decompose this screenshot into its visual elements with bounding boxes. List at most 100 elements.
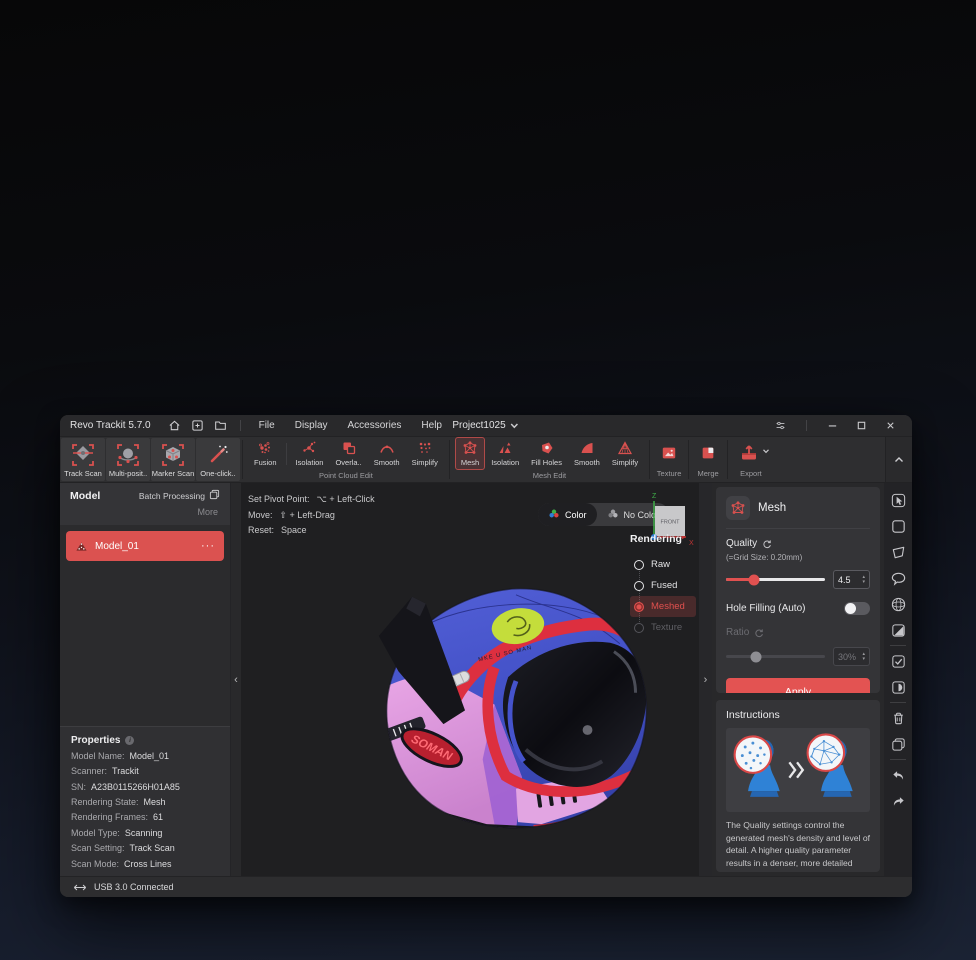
mesh-panel-title: Mesh bbox=[758, 502, 786, 514]
merge-group: Merge bbox=[691, 437, 725, 482]
quality-slider[interactable] bbox=[726, 578, 825, 581]
reset-quality-icon[interactable] bbox=[762, 539, 772, 549]
texture-icon bbox=[661, 445, 677, 461]
model-list-item[interactable]: Model_01 ··· bbox=[66, 531, 224, 561]
smooth-icon bbox=[579, 440, 595, 456]
mesh-isolation-button[interactable]: Isolation bbox=[485, 437, 525, 470]
close-button[interactable] bbox=[883, 418, 898, 433]
helmet-3d-model[interactable]: MKE U SO MAN SOMAN bbox=[369, 583, 663, 837]
model-item-menu-button[interactable]: ··· bbox=[201, 543, 215, 549]
collapse-right-panel-button[interactable]: › bbox=[699, 483, 712, 876]
batch-processing-icon bbox=[209, 489, 220, 502]
pc-smooth-button[interactable]: Smooth bbox=[368, 437, 406, 470]
apply-button[interactable]: Apply bbox=[726, 678, 870, 693]
instructions-body: The Quality settings control the generat… bbox=[726, 819, 870, 872]
lasso-select-tool-button[interactable] bbox=[889, 569, 907, 587]
usb-icon bbox=[73, 883, 87, 892]
confirm-selection-button[interactable] bbox=[889, 652, 907, 670]
marker-scan-icon bbox=[160, 442, 186, 468]
mesh-smooth-button[interactable]: Smooth bbox=[568, 437, 606, 470]
display-settings-icon[interactable] bbox=[773, 418, 788, 433]
pc-isolation-button[interactable]: Isolation bbox=[290, 437, 330, 470]
ratio-value-input: 30% ▴▾ bbox=[833, 647, 870, 666]
viewport-hints: Set Pivot Point:⌥ + Left-Click Move:⇧ + … bbox=[248, 492, 375, 539]
pc-simplify-button[interactable]: Simplify bbox=[406, 437, 444, 470]
invert-select-tool-button[interactable] bbox=[889, 621, 907, 639]
maximize-button[interactable] bbox=[854, 418, 869, 433]
rendering-option-meshed[interactable]: Meshed bbox=[630, 596, 696, 617]
viewport-3d[interactable]: ‹ › Set Pivot Point:⌥ + Left-Click Move:… bbox=[231, 483, 712, 876]
delete-button[interactable] bbox=[889, 709, 907, 727]
collapse-left-panel-button[interactable]: ‹ bbox=[231, 483, 241, 876]
merge-button[interactable] bbox=[694, 442, 722, 464]
project-dropdown[interactable]: Project1025 bbox=[452, 420, 519, 431]
model-header-title: Model bbox=[70, 490, 100, 502]
rect-select-tool-button[interactable] bbox=[889, 517, 907, 535]
new-project-icon[interactable] bbox=[190, 418, 205, 433]
quality-slider-handle[interactable] bbox=[748, 574, 759, 585]
duplicate-button[interactable] bbox=[889, 735, 907, 753]
minimize-button[interactable] bbox=[825, 418, 840, 433]
properties-section: Properties i Model Name:Model_01 Scanner… bbox=[60, 726, 230, 876]
rendering-option-texture[interactable]: Texture bbox=[630, 617, 696, 638]
chevron-right-icon: › bbox=[704, 674, 708, 686]
menu-help[interactable]: Help bbox=[411, 415, 452, 436]
property-row: Model Type:Scanning bbox=[71, 826, 219, 841]
smooth-icon bbox=[379, 440, 395, 456]
polygon-select-tool-button[interactable] bbox=[889, 543, 907, 561]
menu-file[interactable]: File bbox=[249, 415, 285, 436]
divider bbox=[890, 759, 906, 760]
ratio-label: Ratio bbox=[726, 627, 749, 638]
ratio-slider bbox=[726, 655, 825, 658]
status-bar: USB 3.0 Connected bbox=[60, 876, 912, 897]
redo-button[interactable] bbox=[889, 792, 907, 810]
color-button[interactable]: Color bbox=[538, 503, 597, 526]
undo-button[interactable] bbox=[889, 766, 907, 784]
property-row: Model Name:Model_01 bbox=[71, 749, 219, 764]
fill-selection-button[interactable] bbox=[889, 678, 907, 696]
stepper-arrows[interactable]: ▴▾ bbox=[862, 575, 865, 584]
fill-holes-button[interactable]: Fill Holes bbox=[525, 437, 568, 470]
hole-filling-toggle[interactable] bbox=[844, 602, 870, 615]
open-folder-icon[interactable] bbox=[213, 418, 228, 433]
properties-title: Properties bbox=[71, 735, 120, 746]
rendering-option-raw[interactable]: Raw bbox=[630, 554, 696, 575]
track-scan-button[interactable]: Track Scan bbox=[61, 438, 105, 481]
mesh-settings-card: Mesh Quality (=Grid Size: 0.20mm) 4.5 ▴▾ bbox=[716, 487, 880, 693]
collapse-toolbar-button[interactable] bbox=[885, 437, 912, 482]
rendering-option-fused[interactable]: Fused bbox=[630, 575, 696, 596]
fusion-button[interactable]: Fusion bbox=[248, 437, 283, 470]
bust-left bbox=[735, 736, 780, 796]
mesh-icon bbox=[462, 440, 478, 456]
select-tool-button[interactable] bbox=[889, 491, 907, 509]
app-title: Revo Trackit 5.7.0 bbox=[70, 420, 151, 431]
divider bbox=[286, 443, 287, 465]
multi-position-scan-button[interactable]: Multi-posit.. bbox=[106, 438, 150, 481]
info-icon: i bbox=[125, 736, 134, 745]
overlap-icon bbox=[341, 440, 357, 456]
divider bbox=[806, 420, 807, 431]
mesh-button[interactable]: Mesh bbox=[455, 437, 485, 470]
double-chevron-icon bbox=[789, 762, 802, 777]
menu-display[interactable]: Display bbox=[285, 415, 338, 436]
mesh-model-icon bbox=[75, 540, 88, 553]
hole-filling-label: Hole Filling (Auto) bbox=[726, 603, 805, 614]
texture-button[interactable] bbox=[655, 442, 683, 464]
mesh-simplify-button[interactable]: Simplify bbox=[606, 437, 644, 470]
quality-value-input[interactable]: 4.5 ▴▾ bbox=[833, 570, 870, 589]
reset-ratio-icon bbox=[754, 628, 764, 638]
overlap-button[interactable]: Overla.. bbox=[329, 437, 367, 470]
batch-processing-button[interactable]: Batch Processing bbox=[139, 489, 220, 502]
export-button[interactable] bbox=[733, 441, 776, 465]
isolation-icon bbox=[301, 440, 317, 456]
menu-accessories[interactable]: Accessories bbox=[338, 415, 412, 436]
chevron-down-icon bbox=[762, 447, 770, 458]
one-click-button[interactable]: One-click.. bbox=[196, 438, 240, 481]
sphere-select-tool-button[interactable] bbox=[889, 595, 907, 613]
more-button[interactable]: More bbox=[70, 502, 220, 523]
home-icon[interactable] bbox=[167, 418, 182, 433]
multi-position-icon bbox=[115, 442, 141, 468]
marker-scan-button[interactable]: Marker Scan bbox=[151, 438, 195, 481]
divider bbox=[240, 420, 241, 431]
model-panel: Model Batch Processing More Model_01 ···… bbox=[60, 483, 231, 876]
